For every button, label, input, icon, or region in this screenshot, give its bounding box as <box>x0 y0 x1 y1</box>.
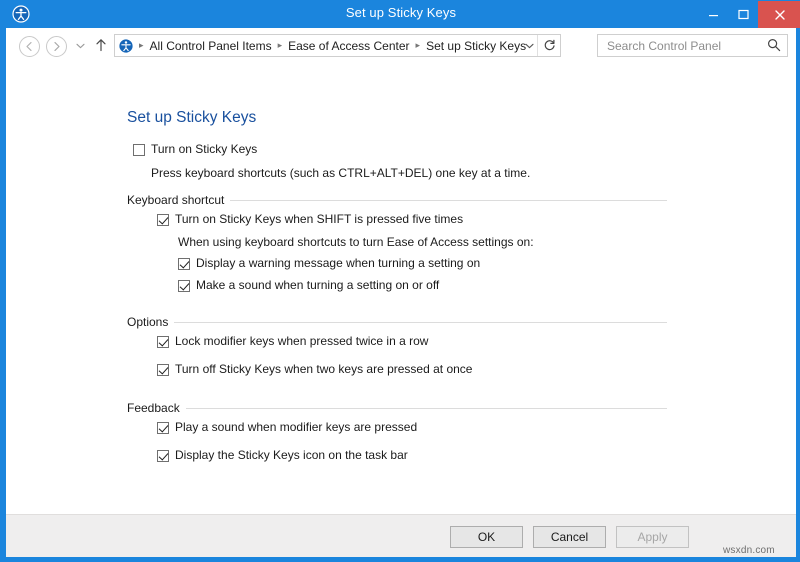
checkbox-label: Make a sound when turning a setting on o… <box>196 278 440 292</box>
arrow-left-icon <box>26 42 32 51</box>
address-bar[interactable]: ▸ All Control Panel Items ▸ Ease of Acce… <box>114 34 561 57</box>
address-dropdown-button[interactable] <box>520 35 538 56</box>
maximize-icon <box>737 9 749 20</box>
section-rule <box>174 321 667 323</box>
breadcrumb-item-all-control-panel-items[interactable]: All Control Panel Items <box>149 39 273 53</box>
minimize-button[interactable] <box>698 1 728 28</box>
back-button[interactable] <box>19 36 40 57</box>
window-frame: Set up Sticky Keys ▸ All Control Panel I… <box>0 0 800 562</box>
checkbox-box[interactable] <box>157 214 169 226</box>
checkbox-label: Display a warning message when turning a… <box>196 256 481 270</box>
watermark: wsxdn.com <box>723 545 775 556</box>
checkbox-label: Play a sound when modifier keys are pres… <box>175 420 418 434</box>
checkbox-display-warning-message[interactable]: Display a warning message when turning a… <box>178 257 480 270</box>
checkbox-box[interactable] <box>157 336 169 348</box>
dialog-footer: OK Cancel Apply <box>6 514 796 557</box>
checkbox-box[interactable] <box>157 422 169 434</box>
search-icon[interactable] <box>767 38 781 55</box>
chevron-down-icon <box>75 43 85 48</box>
checkbox-label: Turn off Sticky Keys when two keys are p… <box>175 362 473 376</box>
breadcrumb-separator: ▸ <box>415 40 421 50</box>
chevron-down-icon <box>524 43 534 48</box>
page-content: Set up Sticky Keys Turn on Sticky Keys P… <box>6 62 796 514</box>
up-button[interactable] <box>92 35 110 55</box>
section-header-options: Options <box>127 315 667 329</box>
checkbox-box[interactable] <box>157 364 169 376</box>
keyboard-shortcut-note: When using keyboard shortcuts to turn Ea… <box>178 235 534 249</box>
search-box[interactable] <box>597 34 788 57</box>
arrow-up-icon <box>96 39 106 52</box>
checkbox-box[interactable] <box>178 280 190 292</box>
navigation-bar: ▸ All Control Panel Items ▸ Ease of Acce… <box>6 28 796 63</box>
page-title: Set up Sticky Keys <box>127 109 257 126</box>
section-rule <box>230 199 667 201</box>
checkbox-make-sound[interactable]: Make a sound when turning a setting on o… <box>178 279 439 292</box>
ok-button[interactable]: OK <box>450 526 523 548</box>
maximize-button[interactable] <box>728 1 758 28</box>
breadcrumb-separator: ▸ <box>277 40 283 50</box>
checkbox-turn-on-sticky-keys[interactable]: Turn on Sticky Keys <box>133 143 257 156</box>
checkbox-play-sound-modifier-keys[interactable]: Play a sound when modifier keys are pres… <box>157 421 417 434</box>
checkbox-box[interactable] <box>178 258 190 270</box>
section-header-feedback: Feedback <box>127 401 667 415</box>
arrow-right-icon <box>54 42 60 51</box>
section-title: Feedback <box>127 401 180 415</box>
checkbox-turn-off-two-keys[interactable]: Turn off Sticky Keys when two keys are p… <box>157 363 472 376</box>
checkbox-shift-five-times[interactable]: Turn on Sticky Keys when SHIFT is presse… <box>157 213 463 226</box>
cancel-button[interactable]: Cancel <box>533 526 606 548</box>
checkbox-lock-modifier-keys[interactable]: Lock modifier keys when pressed twice in… <box>157 335 428 348</box>
checkbox-box[interactable] <box>133 144 145 156</box>
apply-button: Apply <box>616 526 689 548</box>
minimize-icon <box>708 15 718 17</box>
close-icon <box>774 9 785 20</box>
checkbox-label: Turn on Sticky Keys when SHIFT is presse… <box>175 212 464 226</box>
checkbox-box[interactable] <box>157 450 169 462</box>
checkbox-label: Display the Sticky Keys icon on the task… <box>175 448 408 462</box>
checkbox-label: Turn on Sticky Keys <box>151 142 258 156</box>
close-button[interactable] <box>758 1 800 28</box>
control-panel-icon <box>118 37 134 54</box>
client-area: ▸ All Control Panel Items ▸ Ease of Acce… <box>6 28 796 557</box>
refresh-button[interactable] <box>537 35 560 56</box>
checkbox-label: Lock modifier keys when pressed twice in… <box>175 334 429 348</box>
refresh-icon <box>544 39 555 51</box>
master-description: Press keyboard shortcuts (such as CTRL+A… <box>151 166 531 180</box>
search-input[interactable] <box>605 37 759 54</box>
section-title: Keyboard shortcut <box>127 193 225 207</box>
checkbox-display-icon-taskbar[interactable]: Display the Sticky Keys icon on the task… <box>157 449 408 462</box>
breadcrumb-separator: ▸ <box>139 40 144 50</box>
title-bar: Set up Sticky Keys <box>1 1 800 28</box>
forward-button[interactable] <box>46 36 67 57</box>
window-title: Set up Sticky Keys <box>345 5 457 20</box>
section-title: Options <box>127 315 169 329</box>
recent-locations-button[interactable] <box>72 36 88 55</box>
breadcrumb-item-set-up-sticky-keys[interactable]: Set up Sticky Keys <box>425 39 527 53</box>
section-rule <box>185 407 667 409</box>
breadcrumb-item-ease-of-access-center[interactable]: Ease of Access Center <box>287 39 410 53</box>
section-header-keyboard-shortcut: Keyboard shortcut <box>127 193 667 207</box>
